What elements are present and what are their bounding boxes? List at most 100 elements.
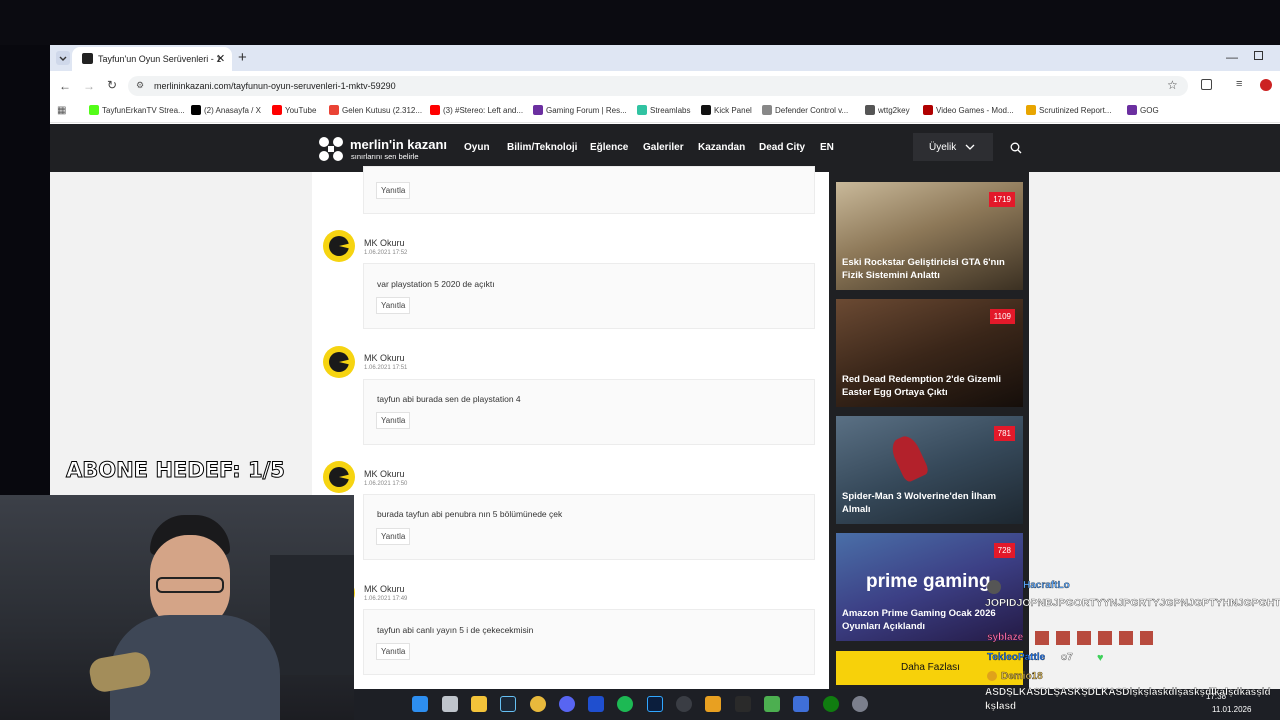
site-logo-icon[interactable]	[316, 134, 346, 164]
extensions-icon[interactable]	[1201, 79, 1212, 90]
forward-icon[interactable]: →	[83, 79, 95, 93]
comment-date: 1.06.2021 17:50	[364, 481, 408, 487]
bookmark-item[interactable]: TayfunErkanTV Strea...	[89, 105, 185, 115]
nav-en[interactable]: EN	[820, 142, 834, 153]
chat-username: TekleoPattle	[987, 652, 1046, 663]
background-shelf	[270, 555, 354, 675]
apps-grid-icon[interactable]: ▦	[57, 105, 66, 116]
comment-author: MK Okuru	[364, 353, 405, 363]
bookmark-favicon-icon	[329, 105, 339, 115]
spotify-icon[interactable]	[617, 696, 633, 712]
task-view-icon[interactable]	[442, 696, 458, 712]
reply-button[interactable]: Yanıtla	[376, 528, 411, 545]
news-card[interactable]: 1719 Eski Rockstar Geliştiricisi GTA 6'n…	[836, 182, 1023, 290]
tab-bar	[50, 45, 1280, 71]
site-info-icon[interactable]: ⚙	[136, 80, 144, 91]
maximize-icon[interactable]	[1254, 51, 1263, 60]
bookmark-star-icon[interactable]: ☆	[1167, 78, 1178, 92]
bookmark-item[interactable]: Video Games - Mod...	[923, 105, 1014, 115]
new-tab-icon[interactable]: +	[238, 49, 247, 66]
bookmark-favicon-icon	[865, 105, 875, 115]
heart-icon: ♥	[1097, 652, 1104, 664]
webcam-feed	[0, 495, 354, 720]
bookmark-favicon-icon	[1026, 105, 1036, 115]
more-label: Daha Fazlası	[901, 662, 960, 673]
search-icon[interactable]	[1010, 142, 1022, 154]
bookmark-favicon-icon	[272, 105, 282, 115]
obs-icon[interactable]	[676, 696, 692, 712]
bookmark-item[interactable]: Scrutinized Report...	[1026, 105, 1111, 115]
reload-icon[interactable]: ↻	[107, 78, 117, 92]
media-icon[interactable]: ≡	[1236, 78, 1242, 90]
chrome-icon[interactable]	[530, 696, 546, 712]
bookmark-favicon-icon	[533, 105, 543, 115]
bookmark-label: Video Games - Mod...	[936, 105, 1014, 115]
bookmark-label: TayfunErkanTV Strea...	[102, 105, 185, 115]
view-count-badge: 781	[993, 426, 1015, 441]
reply-button[interactable]: Yanıtla	[376, 182, 411, 199]
bookmark-item[interactable]: YouTube	[272, 105, 316, 115]
bookmark-favicon-icon	[430, 105, 440, 115]
bookmark-item[interactable]: Streamlabs	[637, 105, 690, 115]
epic-games-icon[interactable]	[735, 696, 751, 712]
bookmark-item[interactable]: Gelen Kutusu (2.312...	[329, 105, 422, 115]
file-explorer-icon[interactable]	[471, 696, 487, 712]
nav-kazandan[interactable]: Kazandan	[698, 142, 745, 153]
bookmark-item[interactable]: Kick Panel	[701, 105, 752, 115]
comment-box	[363, 609, 815, 675]
tab-search-button[interactable]	[56, 51, 70, 65]
chat-badge-icon	[987, 671, 997, 681]
bookmark-item[interactable]: (2) Anasayfa / X	[191, 105, 261, 115]
bookmark-item[interactable]: Defender Control v...	[762, 105, 848, 115]
comment-date: 1.06.2021 17:52	[364, 250, 408, 256]
close-icon[interactable]: ✕	[216, 52, 225, 65]
member-menu-button[interactable]: Üyelik	[913, 133, 993, 161]
chat-badge-icon	[987, 580, 1001, 594]
reply-button[interactable]: Yanıtla	[376, 643, 411, 660]
app-icon[interactable]	[852, 696, 868, 712]
news-card[interactable]: 1109 Red Dead Redemption 2'de Gizemli Ea…	[836, 299, 1023, 407]
xbox-icon[interactable]	[823, 696, 839, 712]
subscriber-goal-label: ABONE HEDEF:	[66, 458, 242, 483]
news-card-title: Red Dead Redemption 2'de Gizemli Easter …	[842, 374, 1002, 398]
comment-box	[363, 494, 815, 560]
desktop-background	[0, 0, 1280, 45]
nav-eglence[interactable]: Eğlence	[590, 142, 628, 153]
windows-start-icon[interactable]	[412, 696, 428, 712]
v-app-icon[interactable]	[588, 696, 604, 712]
steam-icon[interactable]	[500, 696, 516, 712]
chat-message: ASDŞLKASDLŞASKŞDLKASDlşkşlaskdlşaskşdlka…	[985, 687, 1271, 712]
discord-icon[interactable]	[559, 696, 575, 712]
photoshop-icon[interactable]	[647, 696, 663, 712]
monitor-app-icon[interactable]	[793, 696, 809, 712]
bookmark-label: (2) Anasayfa / X	[204, 105, 261, 115]
comment-author: MK Okuru	[364, 469, 405, 479]
nav-oyun[interactable]: Oyun	[464, 142, 490, 153]
bookmark-item[interactable]: wttg2key	[865, 105, 910, 115]
tab-active[interactable]: Tayfun'un Oyun Serüvenleri - 1 ✕	[72, 47, 232, 71]
subscriber-goal-value: 1/5	[247, 458, 285, 483]
minimize-icon[interactable]: —	[1226, 50, 1238, 64]
nav-galeriler[interactable]: Galeriler	[643, 142, 684, 153]
profile-avatar[interactable]	[1260, 79, 1272, 91]
chat-username: HacraftLo	[1023, 580, 1070, 591]
bookmark-item[interactable]: GOG	[1127, 105, 1159, 115]
chat-username: syblaze	[987, 632, 1024, 643]
back-icon[interactable]: ←	[59, 79, 71, 93]
comment-text: tayfun abi canlı yayın 5 i de çekecekmis…	[377, 625, 534, 635]
app-icon[interactable]	[705, 696, 721, 712]
news-card[interactable]: 781 Spider-Man 3 Wolverine'den İlham Alm…	[836, 416, 1023, 524]
bookmark-item[interactable]: Gaming Forum | Res...	[533, 105, 627, 115]
comment-box	[363, 379, 815, 445]
app-icon[interactable]	[764, 696, 780, 712]
bookmark-label: Defender Control v...	[775, 105, 849, 115]
reply-button[interactable]: Yanıtla	[376, 297, 411, 314]
bookmark-label: (3) #Stereo: Left and...	[443, 105, 524, 115]
bookmark-item[interactable]: (3) #Stereo: Left and...	[430, 105, 523, 115]
bookmark-label: Gaming Forum | Res...	[546, 105, 627, 115]
nav-dead-city[interactable]: Dead City	[759, 142, 805, 153]
comment-box	[363, 166, 815, 214]
nav-bilim-teknoloji[interactable]: Bilim/Teknoloji	[507, 142, 577, 153]
reply-button[interactable]: Yanıtla	[376, 412, 411, 429]
logo-mark-icon	[319, 137, 343, 161]
